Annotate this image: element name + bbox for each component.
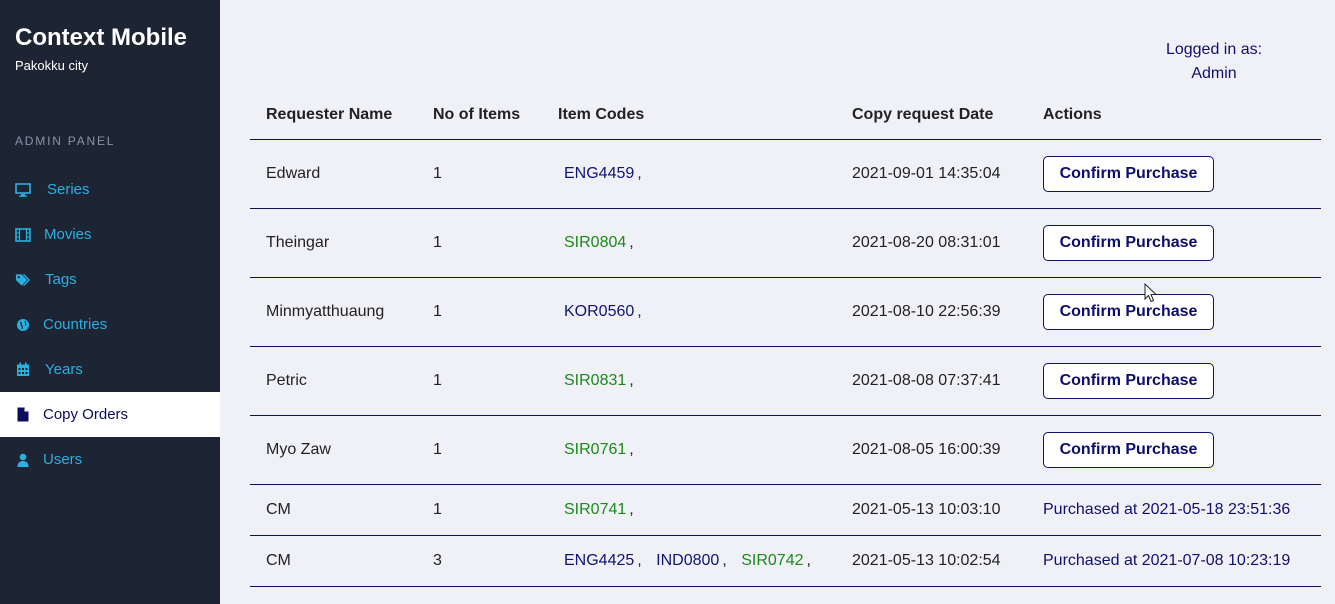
calendar-icon (15, 362, 31, 378)
tags-icon (15, 272, 31, 288)
requester-name: Myo Zaw (266, 441, 331, 458)
confirm-purchase-button[interactable]: Confirm Purchase (1043, 156, 1214, 192)
sidebar-item-label: Copy Orders (43, 406, 129, 423)
login-label: Logged in as: (1165, 41, 1263, 58)
confirm-purchase-button[interactable]: Confirm Purchase (1043, 294, 1214, 330)
requester-name: Edward (266, 165, 321, 182)
requester-name: CM (266, 501, 291, 518)
file-icon (15, 407, 31, 423)
request-date: 2021-08-20 08:31:01 (852, 234, 1001, 251)
request-date: 2021-08-05 16:00:39 (852, 441, 1001, 458)
mouse-cursor-icon (1144, 282, 1158, 308)
sidebar-item-users[interactable]: Users (0, 437, 220, 482)
purchased-status: Purchased at 2021-07-08 10:23:19 (1043, 552, 1291, 569)
sidebar-item-label: Countries (43, 316, 108, 333)
request-date: 2021-05-13 10:02:54 (852, 552, 1001, 569)
item-codes: SIR0761, (564, 441, 634, 458)
sidebar: Context Mobile Pakokku city ADMIN PANEL … (0, 0, 220, 604)
sidebar-item-copy-orders[interactable]: Copy Orders (0, 392, 220, 437)
item-code-link[interactable]: SIR0804 (564, 234, 626, 251)
item-count: 1 (433, 372, 442, 389)
table-row: Minmyatthuaung 1 KOR0560, 2021-08-10 22:… (250, 278, 1321, 347)
sidebar-item-label: Tags (45, 271, 77, 288)
item-code-link[interactable]: ENG4459 (564, 165, 634, 182)
column-header: No of Items (433, 106, 521, 123)
column-header: Item Codes (558, 106, 645, 123)
requester-name: Minmyatthuaung (266, 303, 385, 320)
item-code-link[interactable]: SIR0831 (564, 372, 626, 389)
table-row: Petric 1 SIR0831, 2021-08-08 07:37:41 Co… (250, 347, 1321, 416)
requester-name: Petric (266, 372, 307, 389)
actions-cell: Confirm Purchase (1043, 294, 1214, 330)
login-user: Admin (1191, 65, 1237, 82)
actions-cell: Confirm Purchase (1043, 363, 1214, 399)
sidebar-item-label: Users (43, 451, 83, 468)
item-codes: SIR0804, (564, 234, 634, 251)
film-icon (15, 227, 31, 243)
table-row: CM 1 SIR0741, 2021-05-13 10:03:10 Purcha… (250, 485, 1321, 536)
sidebar-item-tags[interactable]: Tags (0, 257, 220, 302)
user-icon (15, 452, 31, 468)
sidebar-item-movies[interactable]: Movies (0, 212, 220, 257)
item-codes: KOR0560, (564, 303, 642, 320)
purchased-status: Purchased at 2021-05-18 23:51:36 (1043, 501, 1291, 518)
confirm-purchase-button[interactable]: Confirm Purchase (1043, 225, 1214, 261)
sidebar-item-countries[interactable]: Countries (0, 302, 220, 347)
request-date: 2021-08-10 22:56:39 (852, 303, 1001, 320)
item-count: 1 (433, 303, 442, 320)
table-row: Myo Zaw 1 SIR0761, 2021-08-05 16:00:39 C… (250, 416, 1321, 485)
table-row: Edward 1 ENG4459, 2021-09-01 14:35:04 Co… (250, 140, 1321, 209)
sidebar-item-years[interactable]: Years (0, 347, 220, 392)
item-code-link[interactable]: IND0800 (656, 552, 719, 569)
app-subtitle: Pakokku city (15, 58, 88, 73)
app-title: Context Mobile (15, 24, 187, 51)
confirm-purchase-button[interactable]: Confirm Purchase (1043, 363, 1214, 399)
column-header: Requester Name (266, 106, 393, 123)
item-codes: SIR0741, (564, 501, 634, 518)
column-header: Actions (1043, 106, 1102, 123)
confirm-purchase-button[interactable]: Confirm Purchase (1043, 432, 1214, 468)
sidebar-item-series[interactable]: Series (0, 167, 220, 212)
item-count: 1 (433, 234, 442, 251)
item-code-link[interactable]: KOR0560 (564, 303, 634, 320)
item-codes: ENG4459, (564, 165, 642, 182)
login-info: Logged in as: Admin (1150, 38, 1278, 86)
table-row: Theingar 1 SIR0804, 2021-08-20 08:31:01 … (250, 209, 1321, 278)
item-count: 1 (433, 501, 442, 518)
table-header: Requester Name No of Items Item Codes Co… (250, 90, 1321, 140)
actions-cell: Confirm Purchase (1043, 156, 1214, 192)
requester-name: Theingar (266, 234, 330, 251)
item-code-link[interactable]: SIR0741 (564, 501, 626, 518)
sidebar-item-label: Series (47, 181, 90, 198)
actions-cell: Confirm Purchase (1043, 225, 1214, 261)
sidebar-item-label: Movies (44, 226, 92, 243)
admin-panel-label: ADMIN PANEL (15, 134, 116, 148)
monitor-icon (15, 182, 31, 198)
item-codes: ENG4425, IND0800, SIR0742, (564, 552, 811, 569)
request-date: 2021-05-13 10:03:10 (852, 501, 1001, 518)
table-row: CM 3 ENG4425, IND0800, SIR0742, 2021-05-… (250, 536, 1321, 587)
item-code-link[interactable]: SIR0761 (564, 441, 626, 458)
sidebar-item-label: Years (45, 361, 83, 378)
requester-name: CM (266, 552, 291, 569)
item-count: 1 (433, 165, 442, 182)
item-codes: SIR0831, (564, 372, 634, 389)
copy-orders-table: Requester Name No of Items Item Codes Co… (250, 90, 1321, 587)
item-code-link[interactable]: ENG4425 (564, 552, 634, 569)
request-date: 2021-09-01 14:35:04 (852, 165, 1001, 182)
actions-cell: Confirm Purchase (1043, 432, 1214, 468)
request-date: 2021-08-08 07:37:41 (852, 372, 1001, 389)
globe-icon (15, 317, 31, 333)
item-count: 1 (433, 441, 442, 458)
column-header: Copy request Date (852, 106, 994, 123)
item-count: 3 (433, 552, 442, 569)
item-code-link[interactable]: SIR0742 (741, 552, 803, 569)
